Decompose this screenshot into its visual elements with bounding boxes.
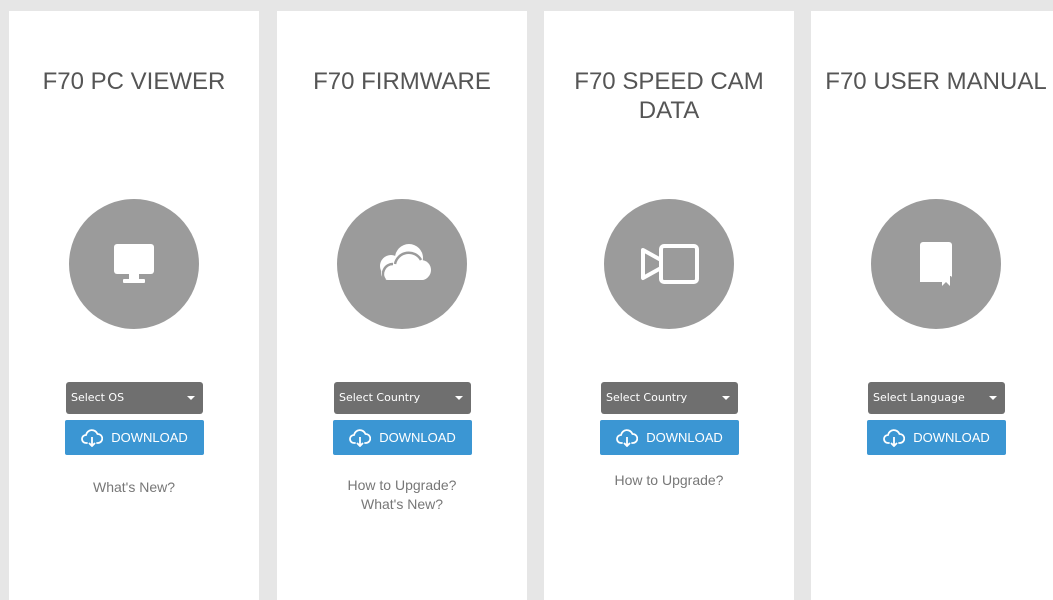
card-firmware: F70 FIRMWARE Select Country DOWNLOAD How… bbox=[277, 11, 527, 600]
download-button[interactable]: DOWNLOAD bbox=[867, 420, 1006, 455]
card-title: F70 FIRMWARE bbox=[313, 68, 491, 95]
book-icon bbox=[920, 242, 952, 286]
caret-down-icon bbox=[455, 396, 463, 400]
cloud-icon bbox=[380, 244, 431, 281]
cloud-download-icon bbox=[616, 428, 639, 447]
download-label: DOWNLOAD bbox=[913, 430, 990, 445]
whats-new-link[interactable]: What's New? bbox=[9, 478, 259, 497]
select-label: Select Language bbox=[873, 391, 965, 404]
caret-down-icon bbox=[989, 396, 997, 400]
download-button[interactable]: DOWNLOAD bbox=[65, 420, 204, 455]
select-label: Select OS bbox=[71, 391, 125, 404]
caret-down-icon bbox=[187, 396, 195, 400]
os-select[interactable]: Select OS bbox=[66, 382, 203, 414]
card-user-manual: F70 USER MANUAL Select Language DOWNLOAD bbox=[811, 11, 1053, 600]
icon-circle bbox=[69, 199, 199, 329]
how-to-upgrade-link[interactable]: How to Upgrade? bbox=[277, 476, 527, 495]
card-pc-viewer: F70 PC VIEWER Select OS DOWNLOAD What's … bbox=[9, 11, 259, 600]
language-select[interactable]: Select Language bbox=[868, 382, 1005, 414]
whats-new-link[interactable]: What's New? bbox=[277, 495, 527, 514]
icon-circle bbox=[337, 199, 467, 329]
icon-circle bbox=[871, 199, 1001, 329]
download-button[interactable]: DOWNLOAD bbox=[333, 420, 472, 455]
how-to-upgrade-link[interactable]: How to Upgrade? bbox=[544, 471, 794, 490]
country-select[interactable]: Select Country bbox=[334, 382, 471, 414]
card-links: How to Upgrade? bbox=[544, 471, 794, 490]
caret-down-icon bbox=[722, 396, 730, 400]
card-links: How to Upgrade? What's New? bbox=[277, 476, 527, 514]
download-label: DOWNLOAD bbox=[379, 430, 456, 445]
card-title: F70 PC VIEWER bbox=[42, 68, 226, 95]
card-links: What's New? bbox=[9, 478, 259, 497]
country-select[interactable]: Select Country bbox=[601, 382, 738, 414]
video-camera-icon bbox=[641, 244, 699, 284]
download-label: DOWNLOAD bbox=[646, 430, 723, 445]
card-title: F70 USER MANUAL bbox=[825, 68, 1047, 95]
monitor-icon bbox=[114, 244, 154, 283]
cloud-download-icon bbox=[883, 428, 906, 447]
card-speed-cam-data: F70 SPEED CAM DATA Select Country DOWNLO… bbox=[544, 11, 794, 600]
download-label: DOWNLOAD bbox=[111, 430, 188, 445]
download-button[interactable]: DOWNLOAD bbox=[600, 420, 739, 455]
cloud-download-icon bbox=[349, 428, 372, 447]
icon-circle bbox=[604, 199, 734, 329]
cloud-download-icon bbox=[81, 428, 104, 447]
select-label: Select Country bbox=[606, 391, 688, 404]
card-title: F70 SPEED CAM DATA bbox=[574, 68, 764, 124]
select-label: Select Country bbox=[339, 391, 421, 404]
